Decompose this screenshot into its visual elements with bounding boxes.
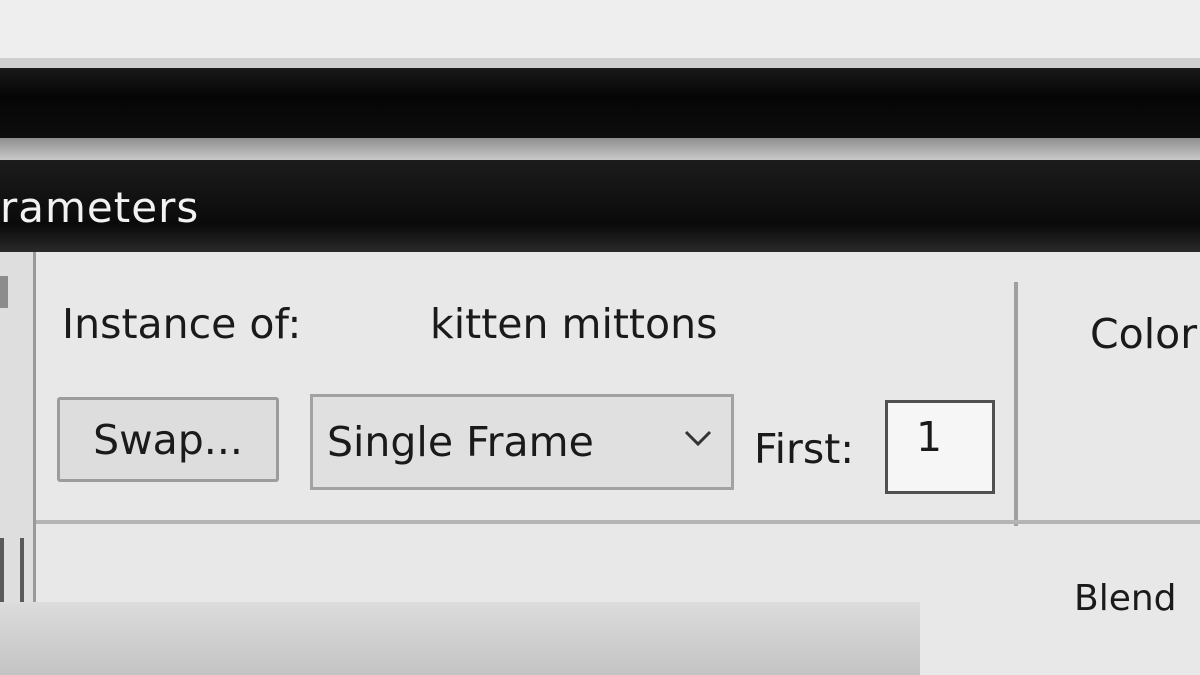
left-frame-tick: [0, 538, 24, 602]
first-frame-input[interactable]: 1: [885, 400, 995, 494]
frame-mode-select[interactable]: Single Frame: [310, 394, 734, 490]
color-effect-label: Color: [1090, 310, 1198, 358]
frame-mode-value: Single Frame: [327, 418, 594, 466]
section-divider: [1014, 282, 1018, 526]
top-rule: [0, 58, 1200, 68]
blend-label: Blend: [1074, 578, 1177, 619]
title-bar: [0, 68, 1200, 138]
swap-button[interactable]: Swap...: [57, 397, 279, 482]
first-frame-label: First:: [754, 425, 855, 473]
instance-symbol-name: kitten mittons: [430, 300, 718, 348]
instance-of-label: Instance of:: [62, 300, 302, 348]
lower-section: [0, 602, 920, 675]
chevron-down-icon: [684, 430, 712, 447]
section-bottom-rule: [36, 520, 1200, 524]
top-strip: [0, 0, 1200, 58]
separator-band: [0, 138, 1200, 160]
panel-title: rameters: [0, 183, 200, 232]
left-frame-edge: [0, 276, 8, 308]
